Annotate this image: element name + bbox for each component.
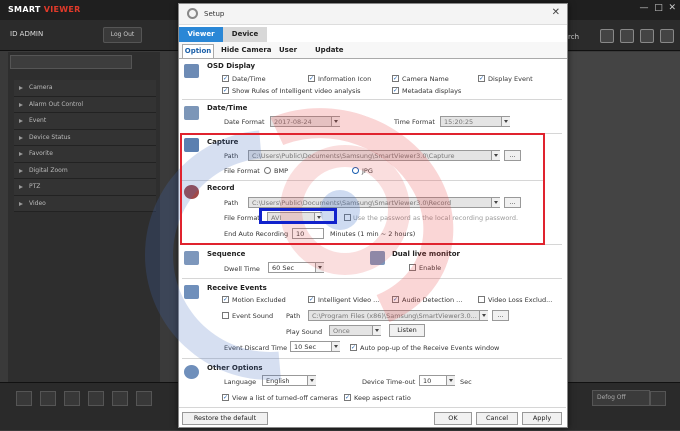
record-icon[interactable] [64, 391, 80, 406]
video-area [565, 52, 680, 382]
audio-icon[interactable] [88, 391, 104, 406]
chevron-down-icon[interactable] [501, 117, 510, 126]
sound-browse-button[interactable]: ... [492, 310, 509, 321]
video-loss-label: Video Loss Exclud... [488, 296, 553, 304]
menu-item-camera[interactable]: Camera [14, 80, 156, 97]
device-combo[interactable] [10, 55, 132, 69]
subtab-option[interactable]: Option [182, 44, 214, 58]
logout-button[interactable]: Log Out [103, 27, 142, 43]
calendar-icon [184, 106, 199, 120]
menu-item-ptz[interactable]: PTZ [14, 179, 156, 196]
options-icon [184, 365, 199, 379]
restore-default-button[interactable]: Restore the default [182, 412, 268, 425]
setup-gear-icon [187, 8, 198, 19]
osd-section-icon [184, 64, 199, 78]
speaker-icon[interactable] [136, 391, 152, 406]
video-loss-checkbox[interactable] [478, 296, 485, 303]
osd-info-icon-checkbox[interactable]: ✓ [308, 75, 315, 82]
timeout-label: Device Time-out [362, 378, 416, 386]
osd-metadata-label: Metadata displays [402, 87, 462, 95]
sec-label: Sec [460, 378, 472, 386]
user-id-label: ID ADMIN [10, 30, 44, 38]
subtab-update[interactable]: Update [315, 44, 344, 57]
menu-item-event[interactable]: Event [14, 113, 156, 130]
brand-accent-text: VIEWER [43, 5, 81, 14]
layout-icon[interactable] [600, 29, 614, 43]
osd-camera-name-label: Camera Name [402, 75, 449, 83]
window-controls[interactable]: — □ ✕ [640, 3, 677, 13]
mic-icon[interactable] [112, 391, 128, 406]
app-logo: SMART VIEWER [8, 5, 81, 14]
defog-select[interactable]: Defog Off [592, 390, 650, 406]
menu-item-video[interactable]: Video [14, 195, 156, 212]
search-label[interactable]: rch [568, 33, 579, 41]
divider [182, 99, 562, 100]
chevron-down-icon[interactable] [446, 376, 455, 385]
lock-icon[interactable] [620, 29, 634, 43]
apply-button[interactable]: Apply [522, 412, 562, 425]
capture-icon[interactable] [16, 391, 32, 406]
help-icon[interactable] [660, 29, 674, 43]
menu-item-digital-zoom[interactable]: Digital Zoom [14, 162, 156, 179]
turned-off-checkbox[interactable]: ✓ [222, 394, 229, 401]
print-icon[interactable] [40, 391, 56, 406]
subtab-hide-camera[interactable]: Hide Camera [221, 44, 272, 57]
menu-item-favorite[interactable]: Favorite [14, 146, 156, 163]
osd-display-event-label: Display Event [488, 75, 533, 83]
gear-icon[interactable] [640, 29, 654, 43]
listen-button[interactable]: Listen [389, 324, 425, 337]
time-format-select[interactable]: 15:20:25 [440, 116, 510, 127]
cancel-button[interactable]: Cancel [476, 412, 518, 425]
tab-viewer[interactable]: Viewer [179, 27, 223, 42]
keep-aspect-checkbox[interactable]: ✓ [344, 394, 351, 401]
chevron-down-icon[interactable] [479, 311, 488, 320]
language-label: Language [224, 378, 257, 386]
time-format-label: Time Format [394, 118, 435, 126]
fullscreen-icon[interactable] [650, 391, 666, 406]
auto-popup-label: Auto pop-up of the Receive Events window [360, 344, 500, 352]
dialog-title: Setup [204, 10, 225, 18]
footer-divider [179, 407, 566, 408]
highlight-red-box [180, 133, 545, 245]
osd-datetime-label: Date/Time [232, 75, 266, 83]
tab-device[interactable]: Device [223, 27, 267, 42]
left-menu: Camera Alarm Out Control Event Device St… [14, 80, 156, 212]
keep-aspect-label: Keep aspect ratio [354, 394, 411, 402]
osd-display-event-checkbox[interactable]: ✓ [478, 75, 485, 82]
osd-rules-checkbox[interactable]: ✓ [222, 87, 229, 94]
close-icon[interactable]: ✕ [552, 7, 560, 18]
osd-camera-name-checkbox[interactable]: ✓ [392, 75, 399, 82]
osd-rules-label: Show Rules of Intelligent video analysis [232, 87, 361, 95]
dialog-title-bar [179, 4, 567, 25]
brand-main-text: SMART [8, 5, 41, 14]
turned-off-label: View a list of turned-off cameras [232, 394, 338, 402]
menu-item-device-status[interactable]: Device Status [14, 129, 156, 146]
highlight-blue-box [259, 208, 337, 224]
chevron-down-icon[interactable] [307, 376, 316, 385]
osd-datetime-checkbox[interactable]: ✓ [222, 75, 229, 82]
ok-button[interactable]: OK [434, 412, 472, 425]
osd-metadata-checkbox[interactable]: ✓ [392, 87, 399, 94]
osd-title: OSD Display [207, 62, 256, 70]
subtab-user[interactable]: User [279, 44, 297, 57]
osd-info-icon-label: Information Icon [318, 75, 372, 83]
datetime-title: Date/Time [207, 104, 248, 112]
menu-item-alarm-out[interactable]: Alarm Out Control [14, 96, 156, 113]
